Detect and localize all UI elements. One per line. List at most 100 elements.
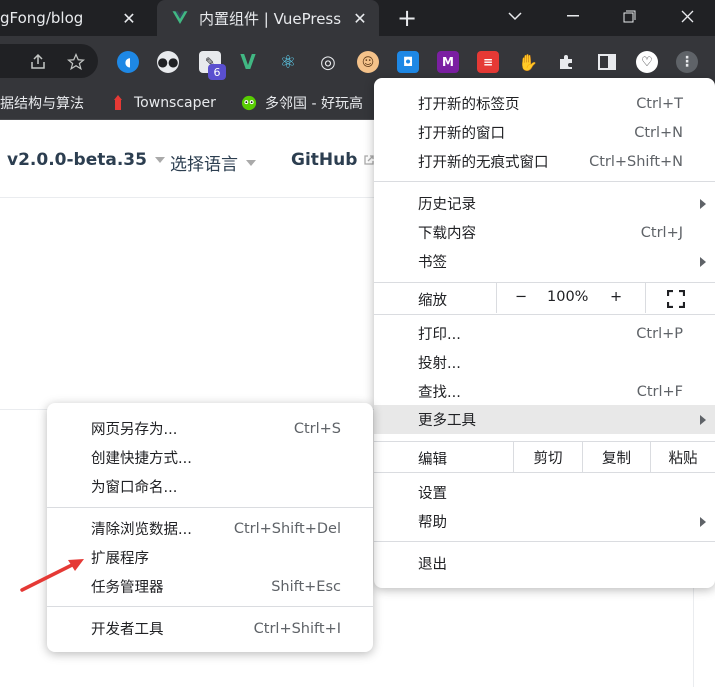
bookmark-label: 据结构与算法 — [0, 96, 84, 112]
menu-item-cast[interactable]: 投射... — [374, 348, 715, 377]
fullscreen-icon[interactable] — [667, 290, 685, 308]
menu-item-label: 打开新的标签页 — [418, 97, 520, 113]
menu-zoom-row: 缩放 − 100% + — [374, 283, 715, 313]
submenu-item-clear-data[interactable]: 清除浏览数据... Ctrl+Shift+Del — [47, 514, 373, 543]
star-icon[interactable] — [66, 52, 86, 72]
submenu-item-name-window[interactable]: 为窗口命名... — [47, 472, 373, 501]
chevron-right-icon — [700, 516, 706, 527]
menu-separator — [374, 541, 715, 542]
menu-item-settings[interactable]: 设置 — [374, 478, 715, 507]
extension-icon[interactable]: ◖ — [117, 51, 139, 73]
menu-item-history[interactable]: 历史记录 — [374, 189, 715, 218]
github-label: GitHub — [291, 150, 358, 170]
tab-vuepress[interactable]: 内置组件 | VuePress ✕ — [157, 0, 379, 36]
share-icon[interactable] — [28, 52, 48, 72]
menu-separator — [374, 181, 715, 182]
menu-item-shortcut: Shift+Esc — [271, 578, 341, 595]
extension-icon[interactable]: ☺ — [357, 51, 379, 73]
menu-item-print[interactable]: 打印... Ctrl+P — [374, 319, 715, 348]
submenu-item-task-manager[interactable]: 任务管理器 Shift+Esc — [47, 572, 373, 601]
menu-separator — [374, 314, 715, 315]
version-label: v2.0.0-beta.35 — [7, 150, 147, 170]
puzzle-icon[interactable] — [556, 51, 578, 73]
menu-item-label: 更多工具 — [418, 413, 476, 429]
menu-item-label: 历史记录 — [418, 197, 476, 213]
submenu-item-create-shortcut[interactable]: 创建快捷方式... — [47, 443, 373, 472]
menu-item-label: 投射... — [418, 356, 461, 372]
tab-title: 内置组件 | VuePress — [199, 9, 342, 28]
chrome-main-menu: 打开新的标签页 Ctrl+T 打开新的窗口 Ctrl+N 打开新的无痕式窗口 C… — [374, 78, 715, 588]
menu-item-help[interactable]: 帮助 — [374, 507, 715, 536]
tab-blog[interactable]: gFong/blog ✕ — [0, 0, 152, 36]
zoom-out-button[interactable]: − — [515, 289, 527, 305]
menu-item-downloads[interactable]: 下载内容 Ctrl+J — [374, 218, 715, 247]
bookmark-item[interactable]: 多邻国 - 好玩高 — [241, 93, 363, 113]
annotation-arrow-icon — [20, 559, 84, 592]
submenu-item-save-page[interactable]: 网页另存为... Ctrl+S — [47, 414, 373, 443]
version-dropdown[interactable]: v2.0.0-beta.35 — [7, 150, 165, 170]
submenu-item-dev-tools[interactable]: 开发者工具 Ctrl+Shift+I — [47, 614, 373, 643]
menu-item-exit[interactable]: 退出 — [374, 549, 715, 578]
extension-icon[interactable]: ≡ — [477, 51, 499, 73]
close-icon[interactable]: ✕ — [351, 9, 369, 28]
avatar[interactable]: ♡ — [636, 51, 658, 73]
menu-item-label: 打开新的无痕式窗口 — [418, 155, 549, 171]
menu-item-shortcut: Ctrl+Shift+I — [253, 620, 341, 637]
menu-item-shortcut: Ctrl+F — [636, 383, 683, 400]
menu-item-more-tools[interactable]: 更多工具 — [374, 405, 715, 434]
zoom-in-button[interactable]: + — [610, 289, 622, 305]
menu-item-bookmarks[interactable]: 书签 — [374, 247, 715, 276]
bookmark-item[interactable]: 据结构与算法 — [0, 93, 84, 113]
chevron-right-icon — [700, 256, 706, 267]
kebab-menu-icon[interactable]: ⋮ — [676, 51, 698, 73]
menu-item-shortcut: Ctrl+Shift+N — [589, 153, 683, 170]
react-devtools-icon[interactable]: ⚛ — [277, 51, 299, 73]
vue-devtools-icon[interactable]: V — [237, 50, 259, 74]
menu-item-new-tab[interactable]: 打开新的标签页 Ctrl+T — [374, 89, 715, 118]
extension-badge: 6 — [208, 64, 226, 80]
menu-item-find[interactable]: 查找... Ctrl+F — [374, 377, 715, 406]
extension-icon[interactable]: ◘ — [397, 51, 419, 73]
menu-item-label: 扩展程序 — [91, 551, 149, 567]
zoom-label: 缩放 — [418, 293, 447, 309]
chevron-down-icon[interactable] — [490, 0, 540, 32]
language-label: 选择语言 — [170, 155, 238, 175]
bookmark-item[interactable]: Townscaper — [110, 93, 216, 113]
menu-item-label: 开发者工具 — [91, 622, 164, 638]
cut-button[interactable]: 剪切 — [513, 442, 582, 472]
close-icon[interactable]: ✕ — [120, 9, 138, 28]
restore-icon[interactable] — [604, 0, 654, 32]
caret-down-icon — [154, 157, 165, 163]
menu-item-label: 打开新的窗口 — [418, 126, 505, 142]
extension-icon[interactable]: M — [437, 51, 459, 73]
menu-item-shortcut: Ctrl+N — [634, 124, 683, 141]
new-tab-button[interactable]: + — [394, 4, 420, 32]
side-panel-icon[interactable] — [596, 51, 618, 73]
menu-separator — [47, 606, 373, 607]
extension-icon[interactable]: ✋ — [517, 51, 539, 73]
menu-item-label: 下载内容 — [418, 226, 476, 242]
menu-item-label: 书签 — [418, 255, 447, 271]
menu-item-shortcut: Ctrl+P — [636, 325, 683, 342]
copy-button[interactable]: 复制 — [582, 442, 650, 472]
menu-item-incognito[interactable]: 打开新的无痕式窗口 Ctrl+Shift+N — [374, 147, 715, 176]
paste-button[interactable]: 粘贴 — [650, 442, 715, 472]
bookmark-label: 多邻国 - 好玩高 — [265, 96, 363, 112]
extension-icon[interactable]: ●● — [157, 51, 179, 73]
github-link[interactable]: GitHub — [291, 150, 375, 170]
chevron-right-icon — [700, 414, 706, 425]
menu-separator — [47, 507, 373, 508]
minimize-icon[interactable] — [548, 0, 598, 32]
close-window-icon[interactable] — [662, 0, 712, 32]
menu-item-shortcut: Ctrl+S — [293, 420, 341, 437]
menu-separator — [374, 472, 715, 473]
language-dropdown[interactable]: 选择语言 — [170, 150, 256, 175]
menu-item-new-window[interactable]: 打开新的窗口 Ctrl+N — [374, 118, 715, 147]
address-bar[interactable] — [0, 44, 98, 78]
extension-icon[interactable]: ◎ — [317, 51, 339, 73]
submenu-item-extensions[interactable]: 扩展程序 — [47, 543, 373, 572]
chevron-right-icon — [700, 198, 706, 209]
townscaper-icon — [110, 95, 126, 111]
menu-item-label: 退出 — [418, 557, 447, 573]
menu-item-shortcut: Ctrl+Shift+Del — [233, 520, 341, 537]
